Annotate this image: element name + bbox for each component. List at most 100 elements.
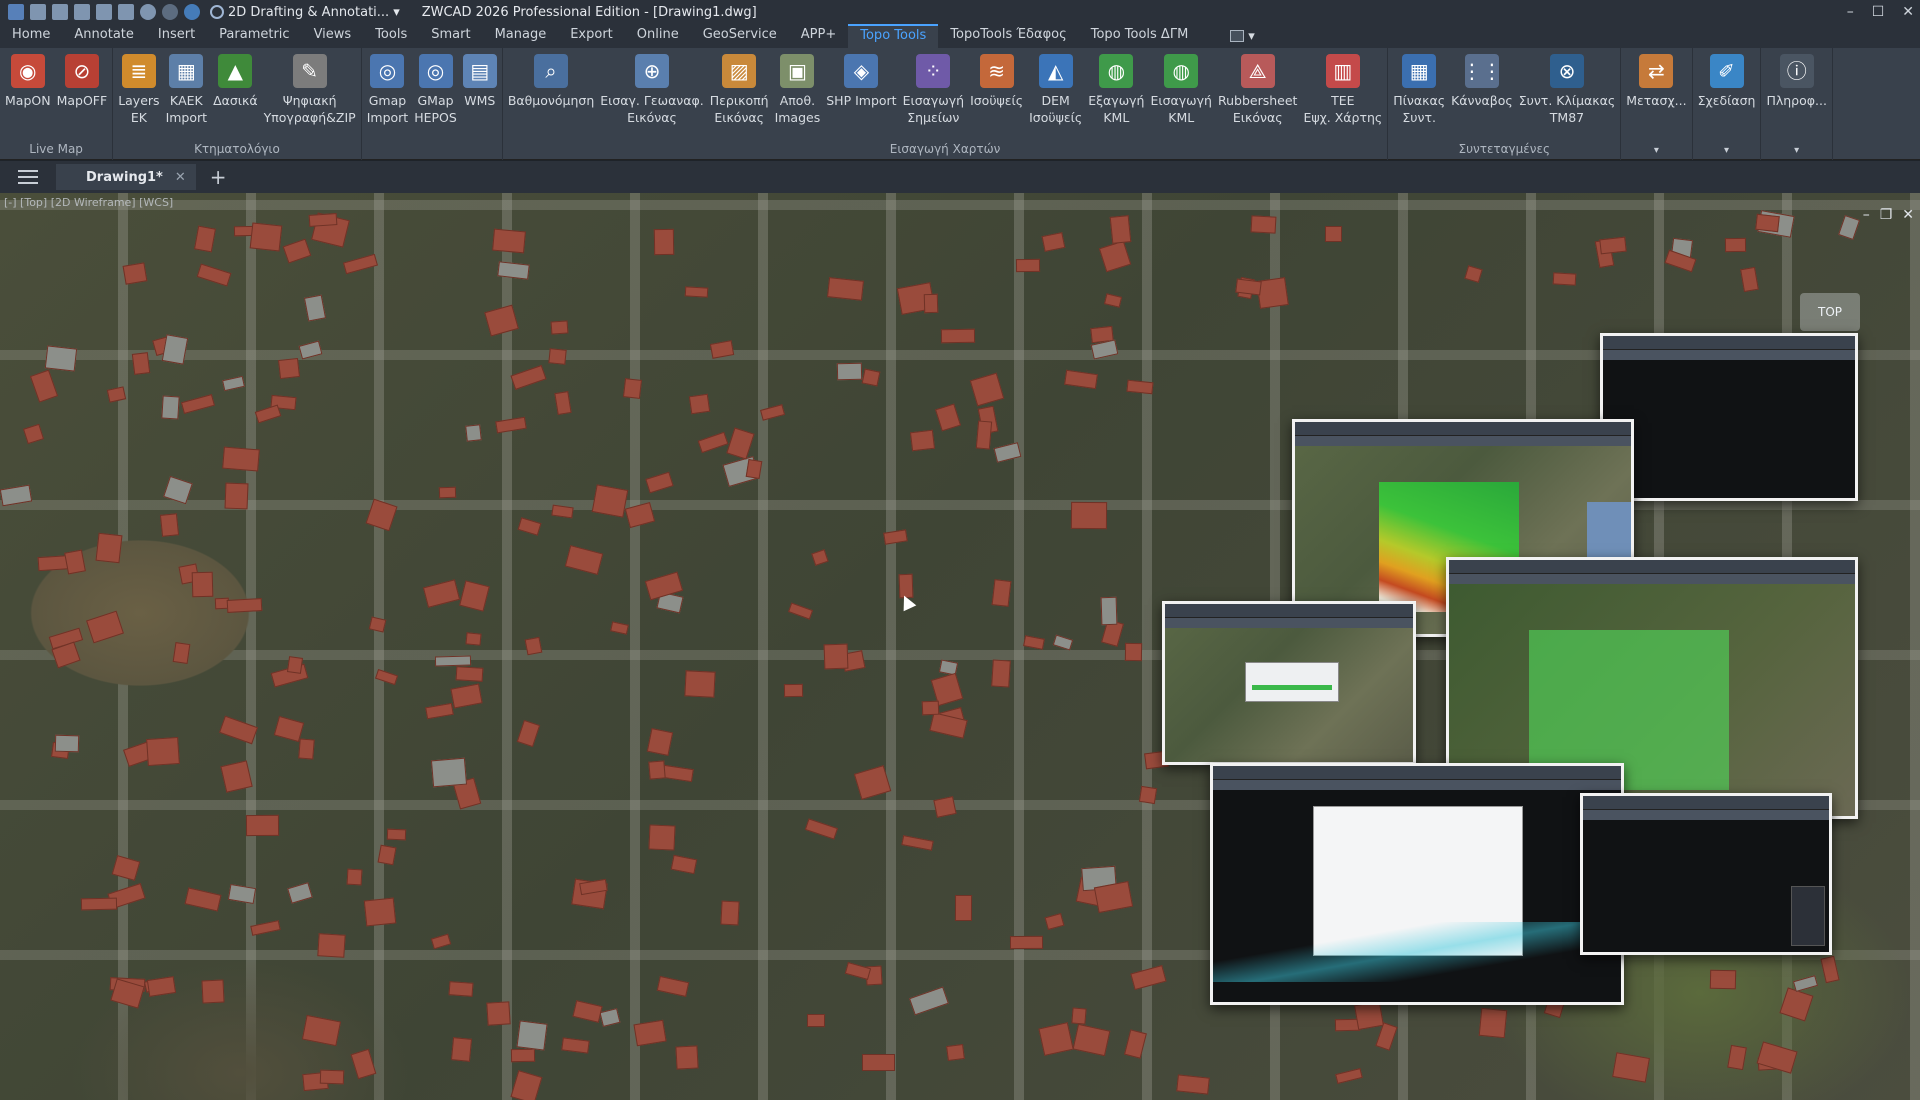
tab-13[interactable]: TopoTools Έδαφος	[938, 24, 1078, 48]
viewport-label[interactable]: [-] [Top] [2D Wireframe] [WCS]	[4, 196, 173, 209]
chevron-down-icon[interactable]: ▾	[1794, 145, 1799, 156]
building-roof	[201, 979, 225, 1005]
building-roof	[146, 736, 181, 766]
redo-icon[interactable]	[162, 4, 178, 20]
building-roof	[1022, 635, 1045, 650]
ribbon-button-sublabel: TM87	[1549, 110, 1585, 125]
tab-7[interactable]: Manage	[483, 24, 559, 48]
building-roof	[1755, 213, 1781, 232]
minimize-button[interactable]: –	[1847, 4, 1854, 20]
building-roof	[184, 887, 223, 912]
ribbon-button-sublabel: KML	[1103, 110, 1130, 125]
saveas-icon[interactable]	[96, 4, 112, 20]
drawing-canvas[interactable]: [-] [Top] [2D Wireframe] [WCS] – ❐ ✕ TOP	[0, 193, 1920, 1100]
tab-6[interactable]: Smart	[419, 24, 482, 48]
print-icon[interactable]	[118, 4, 134, 20]
ribbon-button-icon: ▦	[1402, 54, 1437, 88]
building-roof	[465, 632, 483, 647]
tab-9[interactable]: Online	[625, 24, 691, 48]
building-roof	[1464, 264, 1483, 283]
tab-0[interactable]: Home	[0, 24, 62, 48]
building-roof	[510, 364, 547, 390]
new-tab-button[interactable]: +	[210, 165, 227, 189]
tab-drawing1[interactable]: Drawing1* ✕	[56, 164, 196, 190]
building-roof	[30, 369, 59, 403]
ribbon-button-sublabel: Import	[165, 110, 208, 125]
building-roof	[220, 759, 253, 793]
viewport-minimize-icon[interactable]: –	[1863, 207, 1870, 223]
ribbon-button-label: Εισαγωγή	[1150, 93, 1212, 108]
open-icon[interactable]	[52, 4, 68, 20]
ribbon-button-icon: ◍	[1099, 54, 1134, 88]
document-tabs: Drawing1* ✕ +	[0, 161, 1920, 193]
ribbon-button-label: Αποθ.	[779, 93, 816, 108]
chevron-down-icon[interactable]: ▾	[1724, 145, 1729, 156]
building-roof	[805, 818, 839, 839]
ribbon-button-icon: ◍	[1164, 54, 1199, 88]
tab-10[interactable]: GeoService	[691, 24, 789, 48]
ribbon-group-7: ⓘ Πληροφ... ▾	[1761, 48, 1833, 160]
building-roof	[286, 882, 313, 905]
ribbon-button-icon: ⁘	[916, 54, 951, 88]
building-roof	[923, 293, 938, 313]
tab-4[interactable]: Views	[302, 24, 364, 48]
building-roof	[1038, 1022, 1074, 1056]
building-roof	[254, 404, 281, 423]
building-roof	[486, 1001, 511, 1026]
tab-14[interactable]: Topo Tools ΔΓΜ	[1079, 24, 1201, 48]
menu-icon[interactable]	[18, 170, 38, 184]
ribbon-button-2-0[interactable]: ◎ Gmap Import	[364, 54, 412, 160]
building-roof	[430, 933, 451, 949]
viewport-restore-icon[interactable]: ❐	[1880, 207, 1893, 223]
tab-1[interactable]: Annotate	[62, 24, 145, 48]
ribbon-button-icon: ⊕	[635, 54, 669, 88]
ribbon-button-icon: ◭	[1038, 54, 1073, 88]
save-icon[interactable]	[74, 4, 90, 20]
building-roof	[484, 304, 520, 337]
ribbon-button-icon: ▥	[1325, 54, 1360, 88]
building-roof	[599, 1007, 621, 1027]
building-roof	[564, 545, 604, 576]
ribbon-group-4: ▦ Πίνακας Συντ. ⋮⋮ Κάνναβος ⊗ Συντ. Κλίμακας TM…	[1388, 48, 1622, 160]
app-icon[interactable]	[8, 4, 24, 20]
tab-12[interactable]: Topo Tools	[848, 24, 939, 48]
new-icon[interactable]	[30, 4, 46, 20]
ribbon-button-sublabel: Υπογραφή&ZIP	[263, 110, 356, 125]
viewport-close-icon[interactable]: ✕	[1902, 207, 1914, 223]
tab-8[interactable]: Export	[558, 24, 625, 48]
close-button[interactable]: ✕	[1902, 4, 1914, 20]
ribbon-button-sublabel: Εικόνας	[1232, 110, 1283, 125]
ribbon-button-icon: ⊘	[64, 54, 99, 88]
tab-3[interactable]: Parametric	[207, 24, 301, 48]
close-tab-icon[interactable]: ✕	[175, 170, 186, 185]
ribbon-button-icon: ⇄	[1639, 54, 1674, 88]
ribbon-button-icon: ◈	[844, 54, 879, 88]
building-roof	[935, 403, 961, 432]
building-roof	[516, 720, 540, 748]
ribbon-button-icon: ▤	[462, 54, 497, 88]
help-icon[interactable]	[184, 4, 200, 20]
tab-5[interactable]: Tools	[363, 24, 419, 48]
ribbon-display-toggle[interactable]: ▾	[1230, 24, 1255, 48]
building-roof	[1724, 237, 1747, 252]
preview-thumbnail-dialog	[1162, 601, 1416, 765]
building-roof	[342, 253, 378, 275]
ribbon-button-label: TEE	[1331, 93, 1355, 108]
gear-icon	[210, 5, 224, 19]
building-roof	[364, 498, 398, 532]
view-cube[interactable]: TOP	[1800, 293, 1860, 331]
building-roof	[1727, 1044, 1747, 1071]
building-roof	[826, 276, 865, 301]
ribbon-button-icon: ◎	[418, 54, 453, 88]
ribbon-button-2-2[interactable]: ▤ WMS	[460, 54, 500, 160]
maximize-button[interactable]: ☐	[1872, 4, 1885, 20]
chevron-down-icon[interactable]: ▾	[1654, 145, 1659, 156]
undo-icon[interactable]	[140, 4, 156, 20]
tab-2[interactable]: Insert	[146, 24, 207, 48]
building-roof	[1250, 214, 1276, 233]
building-roof	[746, 458, 763, 479]
ribbon-button-2-1[interactable]: ◎ GMap HEPOS	[411, 54, 460, 160]
tab-11[interactable]: APP+	[789, 24, 848, 48]
workspace-switcher[interactable]: 2D Drafting & Annotati... ▾	[210, 5, 400, 20]
building-roof	[1093, 880, 1134, 913]
